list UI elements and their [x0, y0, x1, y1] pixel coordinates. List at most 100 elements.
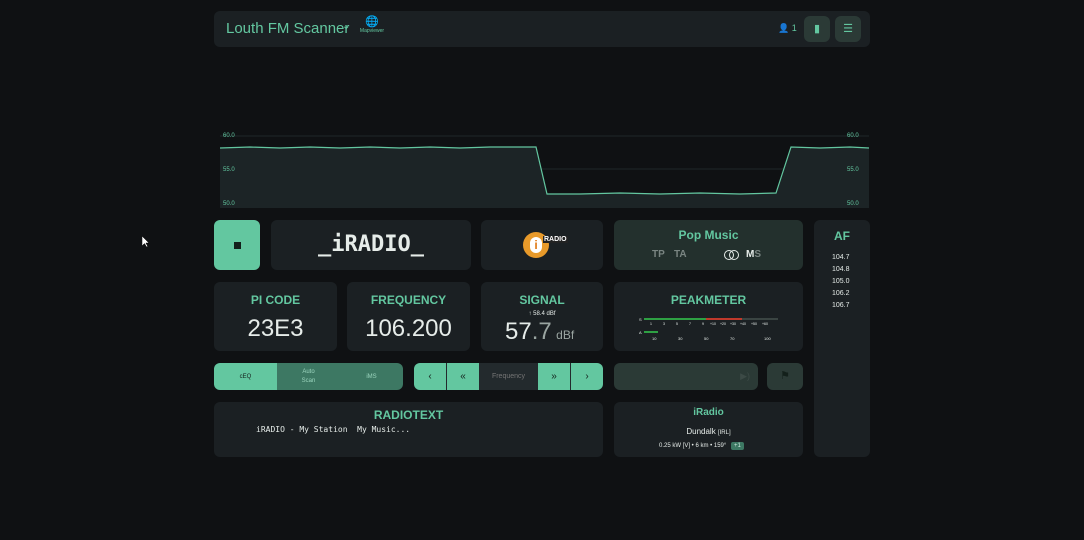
volume-slider[interactable]: ▶) [614, 363, 758, 390]
scale-tick: 7 [689, 322, 691, 326]
stop-icon [234, 242, 241, 249]
top-bar: Louth FM Scanner ⌄ 🌐 Mapviewer 👤 1 ▮ ☰ [214, 11, 870, 47]
chat-button[interactable]: ▮ [804, 16, 830, 42]
y-tick-right: 60.0 [847, 133, 859, 139]
signal-dec: .7 [531, 318, 552, 345]
tx-details-row: 0.25 kW [V] • 6 km • 159° +1 [659, 442, 744, 450]
logo-i-icon: i [530, 237, 542, 253]
a-scale-tick: 70 [730, 336, 735, 341]
pi-panel: PI CODE 23E3 [214, 282, 337, 351]
frequency-panel: FREQUENCY 106.200 [347, 282, 470, 351]
a-scale-tick: 100 [764, 336, 771, 341]
chat-icon: ▮ [813, 23, 821, 35]
a-meter-label: A [639, 330, 642, 335]
logo-text: RADIO [543, 236, 568, 243]
scale-tick: +50 [751, 322, 757, 326]
signal-peak-value: 58.4 dBf [533, 311, 556, 317]
ms-flag: MS [746, 249, 761, 260]
af-panel: AF 104.7 104.8 105.0 106.2 106.7 [814, 220, 870, 457]
user-count: 1 [791, 23, 797, 33]
scale-tick: +60 [762, 322, 768, 326]
autoscan-button[interactable]: Auto Scan [277, 363, 340, 390]
arrow-up-icon: ↑ [528, 311, 532, 317]
scale-tick: +10 [710, 322, 716, 326]
frequency-label: FREQUENCY [370, 293, 447, 307]
radiotext-content: iRADIO - My Station My Music... [256, 425, 411, 434]
menu-icon: ☰ [843, 23, 853, 35]
af-list: 104.7 104.8 105.0 106.2 106.7 [832, 252, 850, 312]
radiotext-panel: RADIOTEXT iRADIO - My Station My Music..… [214, 402, 603, 457]
peakmeter-label: PEAKMETER [670, 293, 747, 307]
tx-more-badge[interactable]: +1 [730, 442, 744, 450]
frequency-value: 106.200 [365, 315, 452, 342]
pi-label: PI CODE [250, 293, 301, 307]
autoscan-label-2: Scan [301, 377, 316, 384]
tune-up-button[interactable]: › [571, 363, 603, 390]
s-meter-green [644, 318, 706, 320]
flag-icon: ⚑ [780, 370, 790, 382]
scale-tick: +40 [740, 322, 746, 326]
app-title[interactable]: Louth FM Scanner [226, 20, 349, 37]
chevron-down-icon[interactable]: ⌄ [342, 21, 350, 32]
ps-panel: _iRADIO_ [271, 220, 471, 270]
signal-value: 57.7 dBf [505, 318, 574, 346]
signal-label: SIGNAL [519, 293, 565, 307]
y-tick-right: 50.0 [847, 201, 859, 207]
seek-up-button[interactable]: » [538, 363, 570, 390]
af-title: AF [834, 229, 850, 243]
scale-tick: 5 [676, 322, 678, 326]
mapviewer-label: Mapviewer [359, 28, 385, 34]
af-item[interactable]: 106.2 [832, 288, 850, 300]
menu-button[interactable]: ☰ [835, 16, 861, 42]
users-indicator: 👤 1 [778, 23, 797, 34]
af-item[interactable]: 104.7 [832, 252, 850, 264]
seek-down-button[interactable]: « [447, 363, 479, 390]
y-tick-left: 60.0 [223, 133, 235, 139]
ms-s: S [754, 249, 762, 260]
scale-tick: 3 [663, 322, 665, 326]
frequency-input[interactable] [480, 363, 537, 390]
ta-flag: TA [674, 249, 687, 260]
double-chevron-right-icon: » [551, 371, 557, 382]
a-scale-tick: 50 [704, 336, 709, 341]
chevron-right-icon: › [585, 371, 589, 382]
tune-controls: ‹ « » › [414, 363, 603, 390]
s-meter-rest [742, 318, 778, 320]
tx-details: 0.25 kW [V] • 6 km • 159° [659, 443, 727, 449]
user-icon: 👤 [778, 23, 790, 33]
tx-country: [IRL] [717, 430, 731, 436]
scale-tick: 1 [650, 322, 652, 326]
af-item[interactable]: 104.8 [832, 264, 850, 276]
dsp-toggle-group: cEQ Auto Scan iMS [214, 363, 403, 390]
y-tick-left: 50.0 [223, 201, 235, 207]
a-scale-tick: 10 [652, 336, 657, 341]
signal-panel: SIGNAL ↑ 58.4 dBf 57.7 dBf [481, 282, 603, 351]
mapviewer-button[interactable]: 🌐 Mapviewer [359, 16, 385, 35]
af-item[interactable]: 105.0 [832, 276, 850, 288]
report-button[interactable]: ⚑ [767, 363, 803, 390]
scale-tick: 9 [702, 322, 704, 326]
peakmeter-scale: S 1 3 5 7 9 +10 +20 +30 +40 +50 +60 A 10… [639, 317, 778, 341]
af-item[interactable]: 106.7 [832, 300, 850, 312]
tp-flag: TP [652, 249, 665, 260]
volume-icon: ▶) [740, 371, 750, 381]
pi-value: 23E3 [247, 315, 304, 342]
signal-graph: 60.0 55.0 50.0 60.0 55.0 50.0 [220, 133, 869, 208]
radiotext-label: RADIOTEXT [373, 408, 444, 422]
pty-label: Pop Music [678, 228, 739, 242]
tune-down-button[interactable]: ‹ [414, 363, 446, 390]
tx-panel: iRadio Dundalk [IRL] 0.25 kW [V] • 6 km … [614, 402, 803, 457]
station-ps: _iRADIO_ [318, 232, 424, 257]
y-tick-right: 55.0 [847, 167, 859, 173]
stop-button[interactable] [214, 220, 260, 270]
globe-icon: 🌐 [365, 16, 379, 28]
ceq-button[interactable]: cEQ [214, 363, 277, 390]
tx-location: Dundalk [IRL] [614, 427, 803, 436]
a-meter-fill [644, 331, 658, 333]
signal-peak: ↑ 58.4 dBf [481, 311, 603, 317]
logo-panel: i RADIO [481, 220, 603, 270]
ims-button[interactable]: iMS [340, 363, 403, 390]
tx-city: Dundalk [686, 427, 716, 436]
scale-tick: +30 [730, 322, 736, 326]
scale-tick: +20 [720, 322, 726, 326]
